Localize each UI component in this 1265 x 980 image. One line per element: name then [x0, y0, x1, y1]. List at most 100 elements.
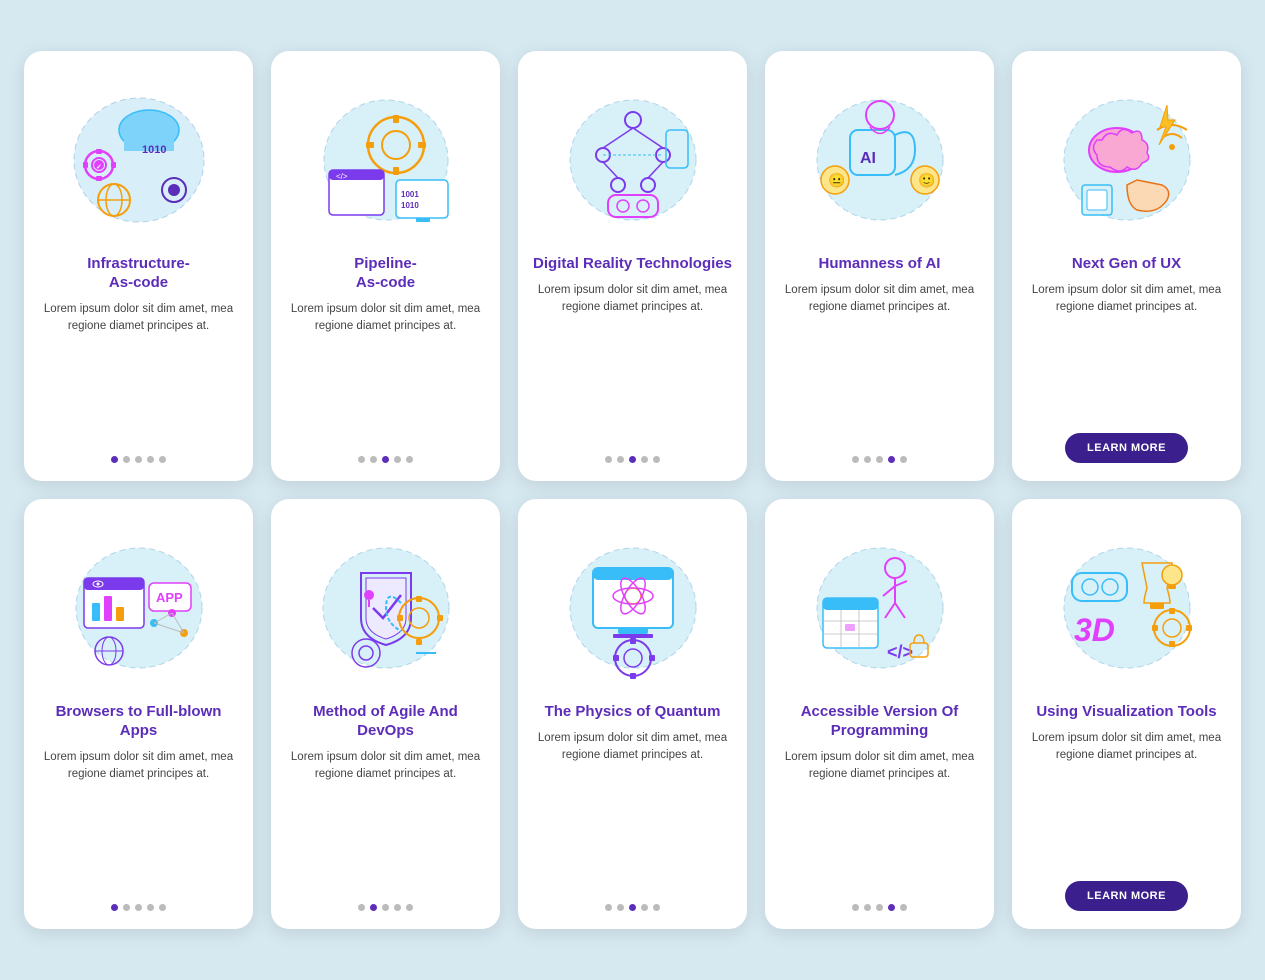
dot-4[interactable]	[159, 904, 166, 911]
dot-4[interactable]	[900, 456, 907, 463]
dot-1[interactable]	[123, 456, 130, 463]
card-pagination-dots	[852, 904, 907, 911]
card-pipeline-as-code: </> 1001 1010 Pipeline-As-code Lorem ips…	[271, 51, 500, 481]
svg-text:</>: </>	[887, 642, 913, 662]
card-infrastructure-as-code: 1010 ✓ Infrastructure-As-code Lorem ipsu…	[24, 51, 253, 481]
svg-text:✓: ✓	[96, 164, 102, 171]
card-title: Digital Reality Technologies	[533, 255, 732, 274]
dot-0[interactable]	[358, 904, 365, 911]
dot-3[interactable]	[147, 904, 154, 911]
card-title: Using Visualization Tools	[1036, 703, 1216, 722]
card-pagination-dots	[605, 456, 660, 463]
card-desc: Lorem ipsum dolor sit dim amet, mea regi…	[532, 282, 733, 442]
dot-2[interactable]	[876, 904, 883, 911]
card-title: The Physics of Quantum	[545, 703, 721, 722]
card-desc: Lorem ipsum dolor sit dim amet, mea regi…	[285, 301, 486, 443]
dot-4[interactable]	[159, 456, 166, 463]
dot-0[interactable]	[852, 904, 859, 911]
dot-2[interactable]	[876, 456, 883, 463]
svg-text:3D: 3D	[1074, 612, 1115, 648]
learn-more-button[interactable]: LEARN MORE	[1065, 433, 1188, 463]
card-desc: Lorem ipsum dolor sit dim amet, mea regi…	[285, 749, 486, 891]
dot-1[interactable]	[617, 904, 624, 911]
card-physics-quantum: The Physics of Quantum Lorem ipsum dolor…	[518, 499, 747, 929]
card-pagination-dots	[111, 456, 166, 463]
card-illustration	[285, 515, 486, 695]
card-desc: Lorem ipsum dolor sit dim amet, mea regi…	[1026, 730, 1227, 867]
dot-2[interactable]	[135, 456, 142, 463]
svg-text:🙂: 🙂	[918, 172, 935, 188]
card-title: Infrastructure-As-code	[87, 255, 190, 293]
svg-text:1001: 1001	[401, 190, 419, 199]
dot-0[interactable]	[358, 456, 365, 463]
dot-2[interactable]	[629, 904, 636, 911]
card-illustration	[1026, 67, 1227, 247]
dot-3[interactable]	[641, 456, 648, 463]
card-humanness-of-ai: AI 😐 🙂 Humanness of AI Lorem ipsum dolor…	[765, 51, 994, 481]
card-accessible-programming: </> Accessible Version Of Programming Lo…	[765, 499, 994, 929]
svg-text:1010: 1010	[401, 201, 419, 210]
card-illustration: APP	[38, 515, 239, 695]
dot-4[interactable]	[406, 904, 413, 911]
dot-1[interactable]	[123, 904, 130, 911]
card-pagination-dots	[605, 904, 660, 911]
dot-3[interactable]	[888, 904, 895, 911]
dot-1[interactable]	[370, 456, 377, 463]
card-desc: Lorem ipsum dolor sit dim amet, mea regi…	[38, 749, 239, 891]
svg-text:😐: 😐	[828, 172, 845, 188]
svg-text:</>: </>	[336, 172, 348, 181]
card-next-gen-ux: Next Gen of UX Lorem ipsum dolor sit dim…	[1012, 51, 1241, 481]
card-pagination-dots	[358, 904, 413, 911]
card-pagination-dots	[358, 456, 413, 463]
dot-0[interactable]	[111, 456, 118, 463]
card-desc: Lorem ipsum dolor sit dim amet, mea regi…	[532, 730, 733, 890]
card-illustration: 3D	[1026, 515, 1227, 695]
card-title: Pipeline-As-code	[354, 255, 417, 293]
dot-3[interactable]	[641, 904, 648, 911]
dot-0[interactable]	[852, 456, 859, 463]
card-title: Humanness of AI	[819, 255, 941, 274]
dot-3[interactable]	[394, 456, 401, 463]
svg-text:AI: AI	[860, 150, 876, 167]
card-browsers-apps: APP Browsers to Full-blown Apps Lorem ip…	[24, 499, 253, 929]
card-footer: LEARN MORE	[1026, 881, 1227, 911]
card-illustration	[532, 515, 733, 695]
card-illustration: </> 1001 1010	[285, 67, 486, 247]
dot-4[interactable]	[653, 456, 660, 463]
dot-4[interactable]	[406, 456, 413, 463]
dot-2[interactable]	[629, 456, 636, 463]
dot-2[interactable]	[382, 904, 389, 911]
card-pagination-dots	[852, 456, 907, 463]
dot-3[interactable]	[394, 904, 401, 911]
dot-2[interactable]	[382, 456, 389, 463]
card-illustration	[532, 67, 733, 247]
card-desc: Lorem ipsum dolor sit dim amet, mea regi…	[1026, 282, 1227, 419]
card-title: Accessible Version Of Programming	[779, 703, 980, 741]
dot-2[interactable]	[135, 904, 142, 911]
card-title: Method of Agile And DevOps	[285, 703, 486, 741]
dot-1[interactable]	[617, 456, 624, 463]
card-illustration: 1010 ✓	[38, 67, 239, 247]
dot-1[interactable]	[864, 456, 871, 463]
learn-more-button[interactable]: LEARN MORE	[1065, 881, 1188, 911]
card-desc: Lorem ipsum dolor sit dim amet, mea regi…	[38, 301, 239, 443]
cards-grid: 1010 ✓ Infrastructure-As-code Lorem ipsu…	[24, 51, 1241, 929]
card-footer: LEARN MORE	[1026, 433, 1227, 463]
svg-text:1010: 1010	[142, 144, 166, 156]
card-desc: Lorem ipsum dolor sit dim amet, mea regi…	[779, 749, 980, 891]
card-title: Next Gen of UX	[1072, 255, 1181, 274]
dot-0[interactable]	[605, 904, 612, 911]
dot-3[interactable]	[888, 456, 895, 463]
dot-4[interactable]	[900, 904, 907, 911]
dot-3[interactable]	[147, 456, 154, 463]
card-illustration: AI 😐 🙂	[779, 67, 980, 247]
card-digital-reality: Digital Reality Technologies Lorem ipsum…	[518, 51, 747, 481]
card-agile-devops: Method of Agile And DevOps Lorem ipsum d…	[271, 499, 500, 929]
dot-0[interactable]	[605, 456, 612, 463]
card-title: Browsers to Full-blown Apps	[38, 703, 239, 741]
card-desc: Lorem ipsum dolor sit dim amet, mea regi…	[779, 282, 980, 442]
dot-1[interactable]	[864, 904, 871, 911]
dot-1[interactable]	[370, 904, 377, 911]
dot-0[interactable]	[111, 904, 118, 911]
dot-4[interactable]	[653, 904, 660, 911]
